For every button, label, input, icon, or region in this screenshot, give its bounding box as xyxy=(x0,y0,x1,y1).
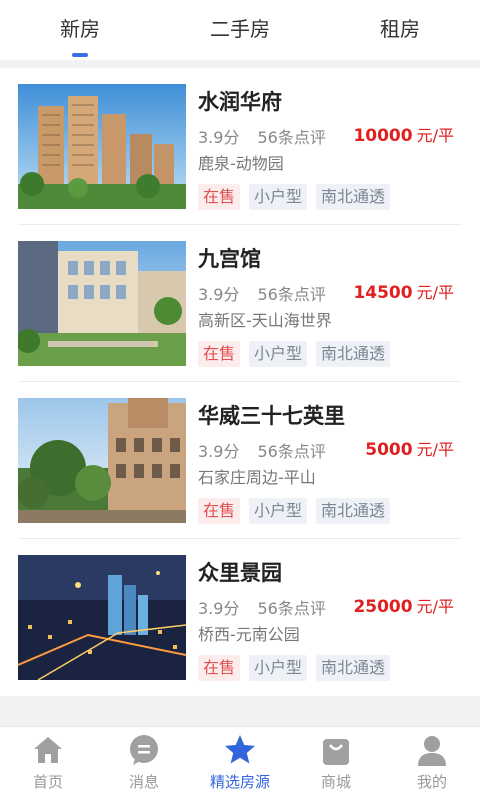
listing-tags: 在售 小户型 南北通透 xyxy=(198,183,399,210)
listing-name: 华威三十七英里 xyxy=(198,403,345,428)
listing-info: 众里景园 3.9分 56条点评 25000 元/平 桥西-元南公园 在售 小户型 南… xyxy=(198,555,462,681)
nav-messages[interactable]: 消息 xyxy=(96,727,192,800)
price-value: 25000 xyxy=(353,597,413,617)
price-value: 5000 xyxy=(365,439,413,460)
nav-home[interactable]: 首页 xyxy=(0,727,96,800)
listing-photo xyxy=(18,397,186,523)
price-unit: 元/平 xyxy=(416,597,454,616)
listing-location: 桥西-元南公园 xyxy=(198,625,300,644)
listing-reviews: 56条点评 xyxy=(257,284,326,304)
tab-label: 租房 xyxy=(380,17,420,41)
user-icon xyxy=(418,736,446,766)
listing-meta: 3.9分 56条点评 xyxy=(198,595,326,619)
tag-on-sale: 在售 xyxy=(198,183,241,210)
listing-location: 鹿泉-动物园 xyxy=(198,153,284,173)
listing-list: 水润华府 3.9分 56条点评 10000 元/平 鹿泉-动物园 在售 小户型 南北… xyxy=(0,68,480,696)
listing-item[interactable]: 华威三十七英里 3.9分 56条点评 5000 元/平 石家庄周边-平山 在售 小户… xyxy=(18,382,462,539)
listing-price: 25000 元/平 xyxy=(353,593,454,617)
listing-name: 水润华府 xyxy=(198,89,282,114)
nav-profile[interactable]: 我的 xyxy=(384,727,480,800)
listing-info: 水润华府 3.9分 56条点评 10000 元/平 鹿泉-动物园 在售 小户型 南北… xyxy=(198,84,462,210)
tag-small-unit: 小户型 xyxy=(249,655,308,681)
listing-info: 华威三十七英里 3.9分 56条点评 5000 元/平 石家庄周边-平山 在售 小户… xyxy=(198,398,462,524)
price-value: 10000 xyxy=(353,125,413,146)
listing-item[interactable]: 众里景园 3.9分 56条点评 25000 元/平 桥西-元南公园 在售 小户型 南… xyxy=(18,539,462,696)
tag-on-sale: 在售 xyxy=(198,340,241,367)
price-unit: 元/平 xyxy=(416,125,454,145)
message-icon xyxy=(130,735,158,765)
tag-small-unit: 小户型 xyxy=(249,497,308,524)
listing-tags: 在售 小户型 南北通透 xyxy=(198,655,399,681)
listing-price: 5000 元/平 xyxy=(365,436,454,460)
listing-rating: 3.9分 xyxy=(198,441,240,461)
listing-name: 众里景园 xyxy=(198,561,282,585)
listing-rating: 3.9分 xyxy=(198,599,240,618)
tab-label: 二手房 xyxy=(210,17,270,41)
listing-item[interactable]: 九宫馆 3.9分 56条点评 14500 元/平 高新区-天山海世界 在售 小户型 … xyxy=(18,225,462,382)
bottom-nav-bar: 首页 消息 精选房源 商城 我的 xyxy=(0,726,480,800)
price-value: 14500 xyxy=(353,282,413,303)
listing-rating: 3.9分 xyxy=(198,127,240,147)
tag-north-south: 南北通透 xyxy=(316,497,391,524)
listing-info: 九宫馆 3.9分 56条点评 14500 元/平 高新区-天山海世界 在售 小户型 … xyxy=(198,241,462,367)
listing-reviews: 56条点评 xyxy=(257,599,326,618)
listing-name: 九宫馆 xyxy=(198,246,261,271)
star-icon xyxy=(225,735,255,764)
price-unit: 元/平 xyxy=(416,439,454,459)
listing-photo xyxy=(18,240,186,366)
tab-rental[interactable]: 租房 xyxy=(340,0,460,60)
tag-on-sale: 在售 xyxy=(198,655,241,681)
nav-featured-listings[interactable]: 精选房源 xyxy=(192,727,288,800)
listing-price: 10000 元/平 xyxy=(353,122,454,146)
home-icon xyxy=(34,737,62,763)
nav-label: 精选房源 xyxy=(209,773,270,791)
listing-meta: 3.9分 56条点评 xyxy=(198,281,326,305)
listing-photo xyxy=(18,83,186,209)
nav-label: 消息 xyxy=(128,773,159,791)
tag-north-south: 南北通透 xyxy=(316,340,391,367)
nav-label: 我的 xyxy=(416,773,447,791)
tag-small-unit: 小户型 xyxy=(249,340,308,367)
listing-tags: 在售 小户型 南北通透 xyxy=(198,497,399,524)
listing-meta: 3.9分 56条点评 xyxy=(198,438,326,462)
shopping-bag-icon xyxy=(323,739,349,765)
price-unit: 元/平 xyxy=(416,282,454,302)
listing-photo xyxy=(18,555,186,680)
tab-new-homes[interactable]: 新房 xyxy=(20,0,140,60)
listing-item[interactable]: 水润华府 3.9分 56条点评 10000 元/平 鹿泉-动物园 在售 小户型 南北… xyxy=(18,68,462,225)
listing-reviews: 56条点评 xyxy=(257,441,326,461)
tag-north-south: 南北通透 xyxy=(316,183,391,210)
listing-meta: 3.9分 56条点评 xyxy=(198,124,326,148)
nav-label: 商城 xyxy=(320,773,351,791)
active-tab-indicator xyxy=(72,53,88,57)
tab-label: 新房 xyxy=(60,17,100,41)
tag-north-south: 南北通透 xyxy=(316,655,391,681)
tag-small-unit: 小户型 xyxy=(249,183,308,210)
listing-rating: 3.9分 xyxy=(198,284,240,304)
nav-mall[interactable]: 商城 xyxy=(288,727,384,800)
listing-location: 高新区-天山海世界 xyxy=(198,310,332,330)
listing-tags: 在售 小户型 南北通透 xyxy=(198,340,399,367)
tab-second-hand[interactable]: 二手房 xyxy=(180,0,300,60)
top-tab-bar: 新房 二手房 租房 xyxy=(0,0,480,60)
listing-price: 14500 元/平 xyxy=(353,279,454,303)
nav-label: 首页 xyxy=(32,773,63,791)
listing-reviews: 56条点评 xyxy=(257,127,326,147)
listing-location: 石家庄周边-平山 xyxy=(198,467,316,487)
tag-on-sale: 在售 xyxy=(198,497,241,524)
